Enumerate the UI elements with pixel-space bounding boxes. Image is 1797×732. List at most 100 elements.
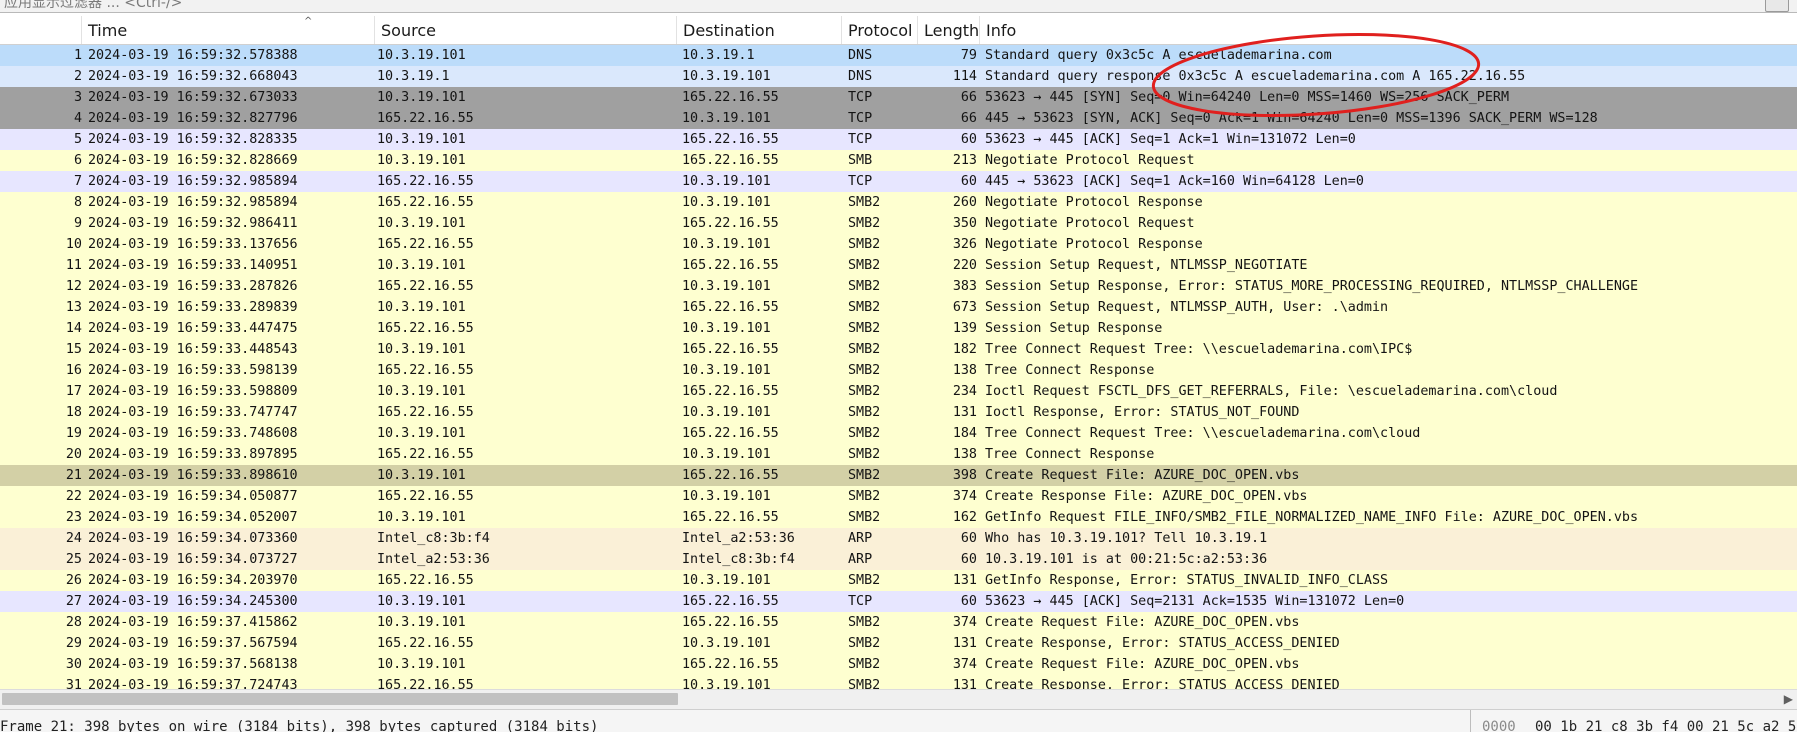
pane-divider[interactable] bbox=[1470, 710, 1471, 732]
packet-protocol: TCP bbox=[848, 594, 873, 609]
packet-protocol: SMB2 bbox=[848, 426, 881, 441]
scrollbar-thumb[interactable] bbox=[2, 693, 678, 705]
packet-length: 220 bbox=[952, 258, 977, 273]
packet-length: 139 bbox=[952, 321, 977, 336]
packet-time: 2024-03-19 16:59:32.985894 bbox=[88, 174, 298, 189]
packet-info: Who has 10.3.19.101? Tell 10.3.19.1 bbox=[985, 531, 1268, 546]
packet-row[interactable]: 3 2024-03-19 16:59:32.673033 10.3.19.101 16… bbox=[0, 87, 1797, 108]
packet-row[interactable]: 14 2024-03-19 16:59:33.447475 165.22.16.55… bbox=[0, 318, 1797, 339]
column-info-label: Info bbox=[986, 21, 1017, 40]
horizontal-scrollbar[interactable]: ▶ bbox=[0, 689, 1797, 709]
packet-row[interactable]: 25 2024-03-19 16:59:34.073727 Intel_a2:53:… bbox=[0, 549, 1797, 570]
packet-time: 2024-03-19 16:59:32.828669 bbox=[88, 153, 298, 168]
packet-time: 2024-03-19 16:59:32.578388 bbox=[88, 48, 298, 63]
packet-row[interactable]: 6 2024-03-19 16:59:32.828669 10.3.19.101 16… bbox=[0, 150, 1797, 171]
packet-row[interactable]: 16 2024-03-19 16:59:33.598139 165.22.16.55… bbox=[0, 360, 1797, 381]
packet-source: 10.3.19.101 bbox=[377, 153, 466, 168]
packet-source: 10.3.19.1 bbox=[377, 69, 450, 84]
frame-summary-text: Frame 21: 398 bytes on wire (3184 bits),… bbox=[0, 719, 599, 732]
packet-source: 10.3.19.101 bbox=[377, 594, 466, 609]
packet-length: 260 bbox=[952, 195, 977, 210]
packet-source: 10.3.19.101 bbox=[377, 657, 466, 672]
packet-row[interactable]: 10 2024-03-19 16:59:33.137656 165.22.16.55… bbox=[0, 234, 1797, 255]
packet-time: 2024-03-19 16:59:32.673033 bbox=[88, 90, 298, 105]
column-header-destination[interactable]: Destination bbox=[677, 16, 842, 44]
packet-destination: Intel_a2:53:36 bbox=[682, 531, 795, 546]
packet-row[interactable]: 15 2024-03-19 16:59:33.448543 10.3.19.101 1… bbox=[0, 339, 1797, 360]
packet-destination: 165.22.16.55 bbox=[682, 468, 779, 483]
packet-no: 8 bbox=[73, 195, 82, 210]
display-filter-input[interactable]: 应用显示过滤器 ... <Ctrl-/> bbox=[4, 0, 182, 12]
packet-source: 165.22.16.55 bbox=[377, 489, 474, 504]
packet-time: 2024-03-19 16:59:33.287826 bbox=[88, 279, 298, 294]
packet-destination: 165.22.16.55 bbox=[682, 342, 779, 357]
packet-row[interactable]: 13 2024-03-19 16:59:33.289839 10.3.19.101 1… bbox=[0, 297, 1797, 318]
packet-row[interactable]: 29 2024-03-19 16:59:37.567594 165.22.16.55… bbox=[0, 633, 1797, 654]
sort-ascending-icon: ^ bbox=[304, 16, 313, 27]
column-header-info[interactable]: Info bbox=[980, 16, 1797, 44]
packet-row[interactable]: 9 2024-03-19 16:59:32.986411 10.3.19.101 16… bbox=[0, 213, 1797, 234]
packet-protocol: SMB2 bbox=[848, 321, 881, 336]
packet-time: 2024-03-19 16:59:33.140951 bbox=[88, 258, 298, 273]
packet-no: 31 bbox=[65, 678, 82, 689]
packet-protocol: SMB2 bbox=[848, 216, 881, 231]
packet-protocol: SMB2 bbox=[848, 195, 881, 210]
packet-row[interactable]: 30 2024-03-19 16:59:37.568138 10.3.19.101 1… bbox=[0, 654, 1797, 675]
packet-destination: Intel_c8:3b:f4 bbox=[682, 552, 795, 567]
column-header-source[interactable]: Source bbox=[375, 16, 677, 44]
packet-source: 10.3.19.101 bbox=[377, 48, 466, 63]
packet-row[interactable]: 18 2024-03-19 16:59:33.747747 165.22.16.55… bbox=[0, 402, 1797, 423]
packet-row[interactable]: 1 2024-03-19 16:59:32.578388 10.3.19.101 10… bbox=[0, 45, 1797, 66]
packet-no: 17 bbox=[65, 384, 82, 399]
packet-protocol: SMB2 bbox=[848, 468, 881, 483]
packet-row[interactable]: 27 2024-03-19 16:59:34.245300 10.3.19.101 1… bbox=[0, 591, 1797, 612]
display-filter-bar[interactable]: 应用显示过滤器 ... <Ctrl-/> bbox=[0, 0, 1797, 13]
packet-source: 165.22.16.55 bbox=[377, 405, 474, 420]
packet-row[interactable]: 23 2024-03-19 16:59:34.052007 10.3.19.101 1… bbox=[0, 507, 1797, 528]
packet-protocol: SMB2 bbox=[848, 405, 881, 420]
packet-row[interactable]: 21 2024-03-19 16:59:33.898610 10.3.19.101 1… bbox=[0, 465, 1797, 486]
packet-info: Session Setup Response bbox=[985, 321, 1163, 336]
packet-protocol: TCP bbox=[848, 111, 873, 126]
packet-no: 30 bbox=[65, 657, 82, 672]
packet-time: 2024-03-19 16:59:32.828335 bbox=[88, 132, 298, 147]
packet-row[interactable]: 17 2024-03-19 16:59:33.598809 10.3.19.101 1… bbox=[0, 381, 1797, 402]
packet-list[interactable]: 1 2024-03-19 16:59:32.578388 10.3.19.101 10… bbox=[0, 45, 1797, 689]
packet-protocol: SMB2 bbox=[848, 363, 881, 378]
packet-row[interactable]: 7 2024-03-19 16:59:32.985894 165.22.16.55 1… bbox=[0, 171, 1797, 192]
packet-row[interactable]: 12 2024-03-19 16:59:33.287826 165.22.16.55… bbox=[0, 276, 1797, 297]
packet-destination: 10.3.19.101 bbox=[682, 405, 771, 420]
column-header-length[interactable]: Length bbox=[918, 16, 980, 44]
packet-info: Tree Connect Response bbox=[985, 363, 1155, 378]
packet-destination: 165.22.16.55 bbox=[682, 384, 779, 399]
packet-no: 11 bbox=[65, 258, 82, 273]
packet-no: 18 bbox=[65, 405, 82, 420]
packet-row[interactable]: 5 2024-03-19 16:59:32.828335 10.3.19.101 16… bbox=[0, 129, 1797, 150]
filter-apply-button[interactable] bbox=[1765, 0, 1789, 12]
packet-source: 165.22.16.55 bbox=[377, 321, 474, 336]
scroll-right-arrow-icon[interactable]: ▶ bbox=[1784, 690, 1793, 709]
packet-row[interactable]: 2 2024-03-19 16:59:32.668043 10.3.19.1 10.3… bbox=[0, 66, 1797, 87]
packet-info: Negotiate Protocol Request bbox=[985, 153, 1195, 168]
packet-row[interactable]: 11 2024-03-19 16:59:33.140951 10.3.19.101 1… bbox=[0, 255, 1797, 276]
packet-row[interactable]: 22 2024-03-19 16:59:34.050877 165.22.16.55… bbox=[0, 486, 1797, 507]
packet-protocol: DNS bbox=[848, 48, 873, 63]
packet-info: Ioctl Request FSCTL_DFS_GET_REFERRALS, F… bbox=[985, 384, 1558, 399]
column-header-no[interactable] bbox=[0, 16, 82, 44]
packet-no: 2 bbox=[73, 69, 82, 84]
packet-protocol: SMB2 bbox=[848, 258, 881, 273]
column-header-protocol[interactable]: Protocol bbox=[842, 16, 918, 44]
packet-row[interactable]: 8 2024-03-19 16:59:32.985894 165.22.16.55 1… bbox=[0, 192, 1797, 213]
packet-row[interactable]: 31 2024-03-19 16:59:37.724743 165.22.16.55… bbox=[0, 675, 1797, 689]
packet-row[interactable]: 4 2024-03-19 16:59:32.827796 165.22.16.55 1… bbox=[0, 108, 1797, 129]
column-header-time[interactable]: Time ^ bbox=[82, 16, 375, 44]
packet-info: Tree Connect Response bbox=[985, 447, 1155, 462]
packet-length: 131 bbox=[952, 636, 977, 651]
packet-row[interactable]: 19 2024-03-19 16:59:33.748608 10.3.19.101 1… bbox=[0, 423, 1797, 444]
packet-row[interactable]: 20 2024-03-19 16:59:33.897895 165.22.16.55… bbox=[0, 444, 1797, 465]
packet-no: 3 bbox=[73, 90, 82, 105]
packet-row[interactable]: 28 2024-03-19 16:59:37.415862 10.3.19.101 1… bbox=[0, 612, 1797, 633]
packet-destination: 165.22.16.55 bbox=[682, 615, 779, 630]
packet-row[interactable]: 26 2024-03-19 16:59:34.203970 165.22.16.55… bbox=[0, 570, 1797, 591]
packet-row[interactable]: 24 2024-03-19 16:59:34.073360 Intel_c8:3b:… bbox=[0, 528, 1797, 549]
